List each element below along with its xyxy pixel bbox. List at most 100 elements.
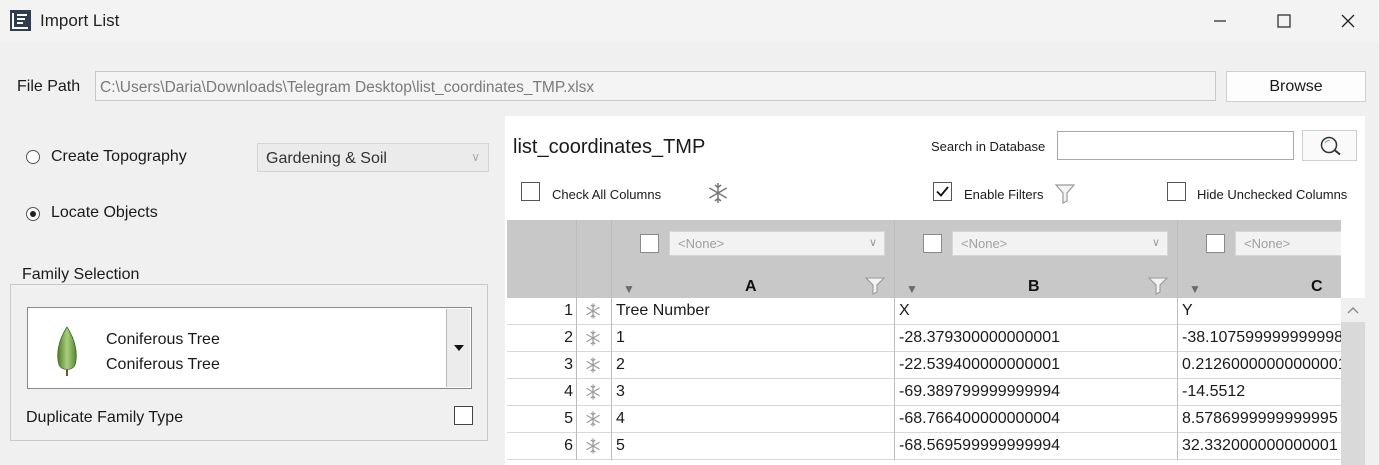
column-divider — [611, 406, 612, 433]
freeze-row-icon[interactable] — [584, 356, 602, 374]
column-b-header[interactable]: B — [1028, 278, 1040, 296]
cell-c[interactable]: 32.332000000000001 — [1182, 433, 1341, 459]
column-a-checkbox[interactable] — [640, 234, 659, 253]
app-logo-icon — [10, 10, 31, 31]
cell-a[interactable]: 2 — [616, 352, 891, 378]
table-row[interactable]: 4 3 -69.389799999999994 -14.5512 — [507, 379, 1341, 406]
column-c-mapping-select[interactable]: <None> — [1235, 231, 1341, 256]
chevron-down-icon: ∨ — [868, 237, 877, 249]
topography-type-select: Gardening & Soil ∨ — [257, 143, 489, 172]
scroll-up-button[interactable] — [1341, 298, 1365, 322]
table-row[interactable]: 5 4 -68.766400000000004 8.5786999999999995 — [507, 406, 1341, 433]
column-divider — [576, 433, 577, 460]
duplicate-family-checkbox[interactable] — [454, 406, 473, 425]
column-c-sort-icon[interactable]: ▼ — [1189, 282, 1201, 296]
column-divider — [1177, 352, 1178, 379]
create-topography-label[interactable]: Create Topography — [51, 148, 187, 166]
search-input[interactable] — [1057, 131, 1294, 160]
window-title: Import List — [40, 11, 120, 30]
row-number: 2 — [564, 329, 573, 346]
freeze-row-icon[interactable] — [584, 329, 602, 347]
row-number: 5 — [564, 410, 573, 427]
family-type-name: Coniferous Tree — [106, 356, 220, 373]
cell-c[interactable]: -38.107599999999998 — [1182, 325, 1341, 351]
column-c-header[interactable]: C — [1311, 278, 1323, 296]
cell-c[interactable]: 0.21260000000000001 — [1182, 352, 1341, 378]
column-b-mapping-select[interactable]: <None> ∨ — [952, 231, 1168, 256]
column-divider — [894, 406, 895, 433]
vertical-scrollbar[interactable] — [1341, 298, 1365, 465]
table-row[interactable]: 2 1 -28.379300000000001 -38.107599999999998 — [507, 325, 1341, 352]
row-number: 3 — [564, 356, 573, 373]
hide-unchecked-columns-checkbox[interactable] — [1167, 182, 1186, 201]
column-a-header[interactable]: A — [745, 278, 757, 296]
cell-a[interactable]: Tree Number — [616, 298, 891, 324]
table-row[interactable]: 1 Tree Number X Y — [507, 298, 1341, 325]
cell-a[interactable]: 5 — [616, 433, 891, 459]
duplicate-family-label: Duplicate Family Type — [26, 409, 184, 426]
browse-button[interactable]: Browse — [1226, 71, 1366, 102]
cell-a[interactable]: 4 — [616, 406, 891, 432]
column-divider — [576, 325, 577, 352]
column-c-checkbox[interactable] — [1206, 234, 1225, 253]
locate-objects-radio[interactable] — [26, 207, 40, 221]
cell-b[interactable]: -28.379300000000001 — [899, 325, 1174, 351]
close-icon — [1341, 14, 1355, 28]
column-divider — [611, 433, 612, 460]
freeze-row-icon[interactable] — [584, 410, 602, 428]
coniferous-tree-icon — [57, 326, 77, 376]
column-a-filter-icon[interactable] — [864, 275, 886, 295]
cell-b[interactable]: X — [899, 298, 1174, 324]
maximize-button[interactable] — [1252, 0, 1316, 42]
cell-a[interactable]: 1 — [616, 325, 891, 351]
cell-b[interactable]: -69.389799999999994 — [899, 379, 1174, 405]
locate-objects-label[interactable]: Locate Objects — [51, 204, 158, 222]
cell-b[interactable]: -68.569599999999994 — [899, 433, 1174, 459]
table-row[interactable]: 3 2 -22.539400000000001 0.21260000000000001 — [507, 352, 1341, 379]
chevron-down-icon: ∨ — [1151, 237, 1160, 249]
freeze-icon[interactable] — [706, 181, 730, 205]
caret-down-icon — [454, 345, 464, 351]
column-divider — [1177, 325, 1178, 352]
close-button[interactable] — [1316, 0, 1379, 42]
freeze-row-icon[interactable] — [584, 437, 602, 455]
column-divider — [576, 406, 577, 433]
table-row[interactable]: 6 5 -68.569599999999994 32.332000000000001 — [507, 433, 1341, 460]
cell-a[interactable]: 3 — [616, 379, 891, 405]
hide-unchecked-columns-label: Hide Unchecked Columns — [1197, 187, 1348, 202]
column-b-filter-icon[interactable] — [1147, 275, 1169, 295]
cell-c[interactable]: 8.5786999999999995 — [1182, 406, 1341, 432]
column-divider — [611, 298, 612, 325]
chevron-up-icon — [1347, 307, 1359, 314]
column-b-checkbox[interactable] — [923, 234, 942, 253]
family-dropdown-button[interactable] — [446, 309, 470, 387]
search-icon — [1320, 136, 1341, 156]
family-selection-title: Family Selection — [18, 266, 144, 284]
column-a-sort-icon[interactable]: ▼ — [623, 282, 635, 296]
family-select[interactable]: Coniferous Tree Coniferous Tree — [27, 307, 472, 389]
chevron-down-icon: ∨ — [471, 150, 480, 164]
column-divider — [894, 325, 895, 352]
cell-b[interactable]: -22.539400000000001 — [899, 352, 1174, 378]
column-divider — [1177, 433, 1178, 460]
column-divider — [1177, 298, 1178, 325]
minimize-button[interactable] — [1188, 0, 1252, 42]
column-divider — [611, 325, 612, 352]
cell-b[interactable]: -68.766400000000004 — [899, 406, 1174, 432]
cell-c[interactable]: Y — [1182, 298, 1341, 324]
column-divider — [894, 298, 895, 325]
enable-filters-checkbox[interactable] — [933, 182, 952, 201]
column-divider — [894, 433, 895, 460]
grid-header: <None> ∨ ▼ A <None> ∨ ▼ B <None> ▼ C — [507, 220, 1341, 298]
freeze-row-icon[interactable] — [584, 302, 602, 320]
column-divider — [611, 220, 612, 298]
freeze-row-icon[interactable] — [584, 383, 602, 401]
create-topography-radio[interactable] — [26, 150, 40, 164]
search-label: Search in Database — [931, 139, 1046, 154]
search-button[interactable] — [1302, 130, 1357, 161]
file-path-field[interactable]: C:\Users\Daria\Downloads\Telegram Deskto… — [95, 71, 1216, 101]
check-all-columns-checkbox[interactable] — [521, 182, 540, 201]
column-a-mapping-select[interactable]: <None> ∨ — [669, 231, 885, 256]
cell-c[interactable]: -14.5512 — [1182, 379, 1341, 405]
column-b-sort-icon[interactable]: ▼ — [906, 282, 918, 296]
